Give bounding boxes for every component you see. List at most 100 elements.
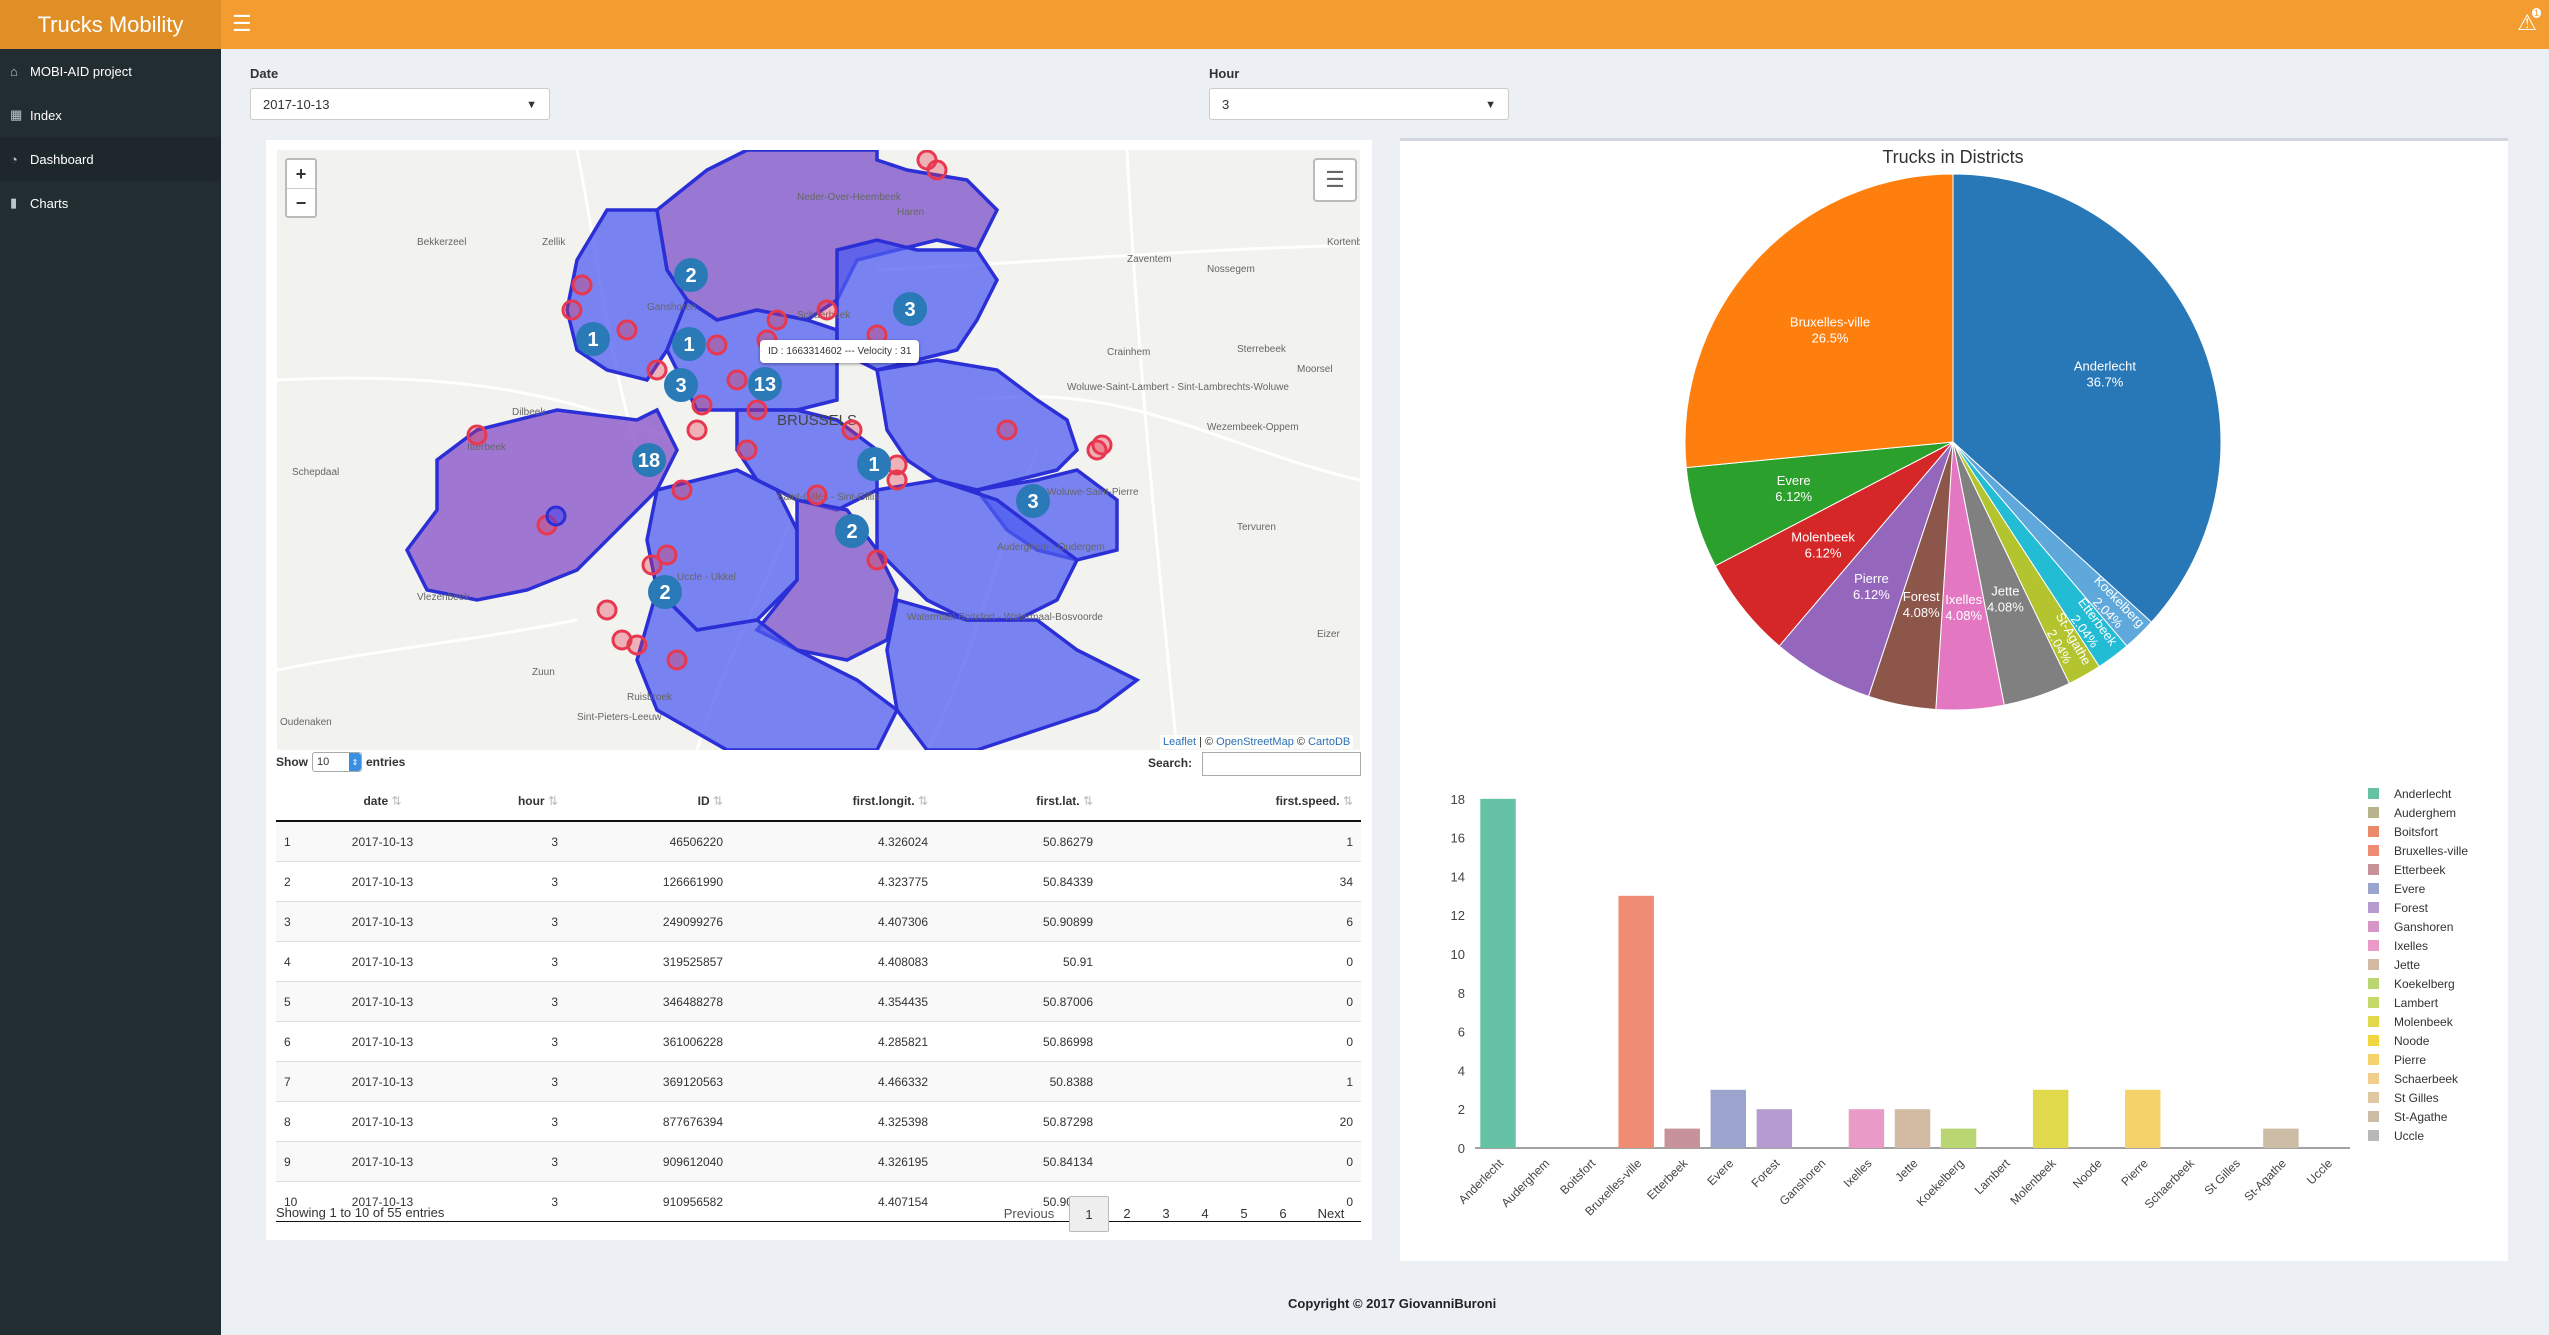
sort-icon[interactable]: ⇅ [1080,794,1093,808]
bar[interactable] [1940,1128,1977,1148]
pager-page-1[interactable]: 1 [1069,1196,1109,1232]
cluster-marker[interactable]: 13 [748,367,782,401]
pager-previous[interactable]: Previous [994,1196,1064,1230]
legend-item[interactable]: St-Agathe [2368,1110,2448,1124]
layers-icon[interactable]: ☰ [1313,158,1357,202]
truck-point-marker[interactable] [691,394,713,416]
sort-icon[interactable]: ⇅ [388,794,401,808]
zoom-out-button[interactable]: − [287,189,315,217]
truck-point-marker[interactable] [686,419,708,441]
leaflet-link[interactable]: Leaflet [1163,736,1196,748]
bar[interactable] [1480,798,1516,1148]
sort-icon[interactable]: ⇅ [1340,794,1353,808]
hamburger-icon[interactable]: ☰ [232,11,252,37]
sort-icon[interactable]: ⇅ [915,794,928,808]
legend-item[interactable]: St Gilles [2368,1091,2439,1105]
column-header[interactable]: first.lat. ⇅ [936,782,1101,822]
truck-point-marker[interactable] [736,439,758,461]
legend-item[interactable]: Evere [2368,882,2426,896]
bar[interactable] [1664,1128,1700,1148]
bar[interactable] [2032,1089,2069,1148]
truck-point-marker[interactable] [886,469,908,491]
truck-point-marker[interactable] [996,419,1018,441]
bar[interactable] [1710,1089,1747,1148]
sidebar-item-charts[interactable]: ▮ Charts [0,181,221,225]
cluster-marker[interactable]: 1 [672,327,706,361]
map[interactable]: Neder-Over-Heembeek Haren Bekkerzeel Zellik… [277,150,1360,750]
truck-point-marker[interactable] [816,299,838,321]
truck-point-marker[interactable] [466,424,488,446]
pager-page-5[interactable]: 5 [1225,1196,1263,1230]
legend-item[interactable]: Forest [2368,901,2429,915]
table-row[interactable]: 7 2017-10-13 3 369120563 4.466332 50.8388 1 [276,1061,1361,1102]
truck-point-marker[interactable] [571,274,593,296]
legend-item[interactable]: Ganshoren [2368,920,2453,934]
cluster-marker[interactable]: 3 [893,292,927,326]
legend-item[interactable]: Ixelles [2368,939,2428,953]
bar[interactable] [1756,1109,1793,1148]
truck-point-marker[interactable] [1091,434,1113,456]
cluster-marker[interactable]: 1 [576,322,610,356]
column-header[interactable]: date ⇅ [316,782,456,822]
truck-point-marker[interactable] [596,599,618,621]
bar[interactable] [2125,1089,2161,1148]
truck-point-marker[interactable] [666,649,688,671]
truck-point-marker[interactable] [626,634,648,656]
legend-item[interactable]: Molenbeek [2368,1015,2454,1029]
legend-item[interactable]: Auderghem [2368,806,2456,820]
cluster-marker[interactable]: 2 [648,575,682,609]
table-row[interactable]: 6 2017-10-13 3 361006228 4.285821 50.86998 0 [276,1021,1361,1062]
truck-point-marker[interactable] [561,299,583,321]
legend-item[interactable]: Schaerbeek [2368,1072,2459,1086]
truck-point-marker[interactable] [726,369,748,391]
legend-item[interactable]: Noode [2368,1034,2430,1048]
search-input[interactable] [1202,752,1361,776]
bar[interactable] [2263,1128,2299,1148]
sidebar-item-index[interactable]: ▦ Index [0,93,221,137]
cluster-marker[interactable]: 1 [857,447,891,481]
table-row[interactable]: 1 2017-10-13 3 46506220 4.326024 50.86279 1 [276,820,1361,862]
pager-page-3[interactable]: 3 [1147,1196,1185,1230]
truck-point-marker[interactable] [646,359,668,381]
bar[interactable] [1618,895,1654,1148]
hour-select[interactable]: 3 ▼ [1209,88,1509,120]
truck-point-marker[interactable] [656,544,678,566]
map-canvas[interactable]: Neder-Over-Heembeek Haren Bekkerzeel Zellik… [277,150,1360,750]
table-row[interactable]: 9 2017-10-13 3 909612040 4.326195 50.84134 0 [276,1141,1361,1182]
column-header[interactable]: first.speed. ⇅ [1101,782,1361,822]
pager-page-6[interactable]: 6 [1264,1196,1302,1230]
legend-item[interactable]: Pierre [2368,1053,2426,1067]
table-row[interactable]: 8 2017-10-13 3 877676394 4.325398 50.87298 20 [276,1101,1361,1142]
truck-point-marker[interactable] [706,334,728,356]
truck-point-marker[interactable] [806,484,828,506]
legend-item[interactable]: Anderlecht [2368,787,2452,801]
cluster-marker[interactable]: 2 [835,514,869,548]
truck-point-marker[interactable] [746,399,768,421]
sort-icon[interactable]: ⇅ [545,794,558,808]
table-row[interactable]: 2 2017-10-13 3 126661990 4.323775 50.84339 34 [276,861,1361,902]
truck-point-marker[interactable] [766,309,788,331]
legend-item[interactable]: Bruxelles-ville [2368,844,2468,858]
legend-item[interactable]: Jette [2368,958,2420,972]
truck-point-marker[interactable] [841,419,863,441]
cluster-marker[interactable]: 2 [674,258,708,292]
zoom-in-button[interactable]: + [287,160,315,189]
sidebar-item-dashboard[interactable]: ◔ Dashboard [0,137,221,181]
truck-point-marker[interactable] [926,159,948,181]
table-row[interactable]: 4 2017-10-13 3 319525857 4.408083 50.91 0 [276,941,1361,982]
date-select[interactable]: 2017-10-13 ▼ [250,88,550,120]
cluster-marker[interactable]: 3 [664,368,698,402]
column-header[interactable]: ID ⇅ [566,782,731,822]
entries-select[interactable]: 10 ⇕ [312,752,362,772]
cartodb-link[interactable]: CartoDB [1308,736,1350,748]
legend-item[interactable]: Uccle [2368,1129,2424,1143]
sidebar-item-mobi-aid[interactable]: ⌂ MOBI-AID project [0,49,221,93]
legend-item[interactable]: Etterbeek [2368,863,2446,877]
table-row[interactable]: 3 2017-10-13 3 249099276 4.407306 50.90899 6 [276,901,1361,942]
truck-point-marker[interactable] [866,549,888,571]
pager-page-4[interactable]: 4 [1186,1196,1224,1230]
truck-point-marker[interactable] [616,319,638,341]
table-row[interactable]: 5 2017-10-13 3 346488278 4.354435 50.87006 0 [276,981,1361,1022]
cluster-marker[interactable]: 3 [1016,484,1050,518]
column-header[interactable]: first.longit. ⇅ [731,782,936,822]
